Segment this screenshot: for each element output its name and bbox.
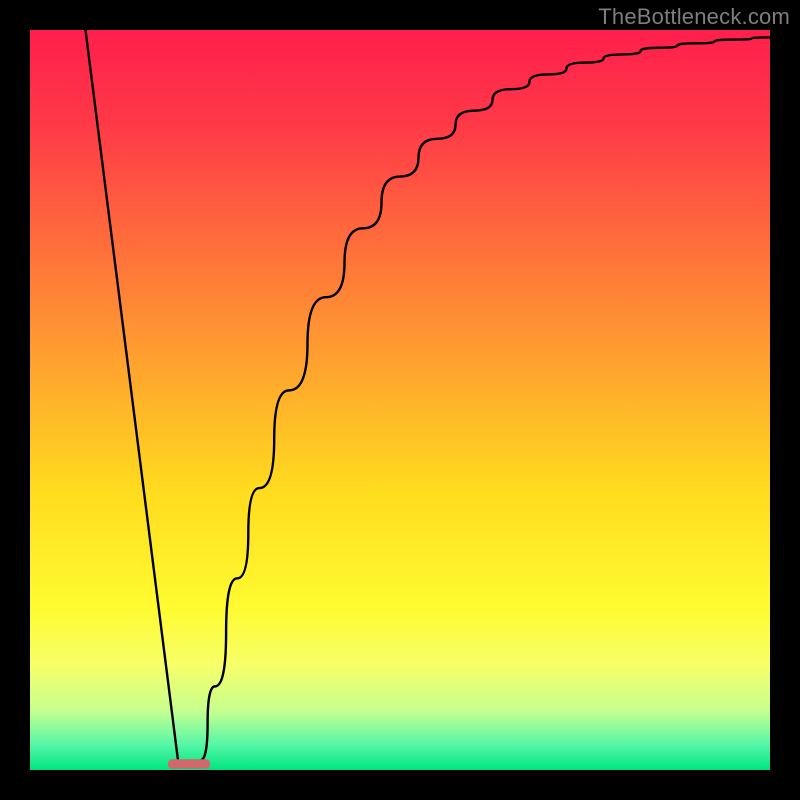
notch-marker: [168, 759, 210, 769]
gradient-background: [30, 30, 770, 770]
watermark-text: TheBottleneck.com: [598, 4, 790, 30]
chart-plot: [30, 30, 770, 770]
chart-frame: TheBottleneck.com: [0, 0, 800, 800]
